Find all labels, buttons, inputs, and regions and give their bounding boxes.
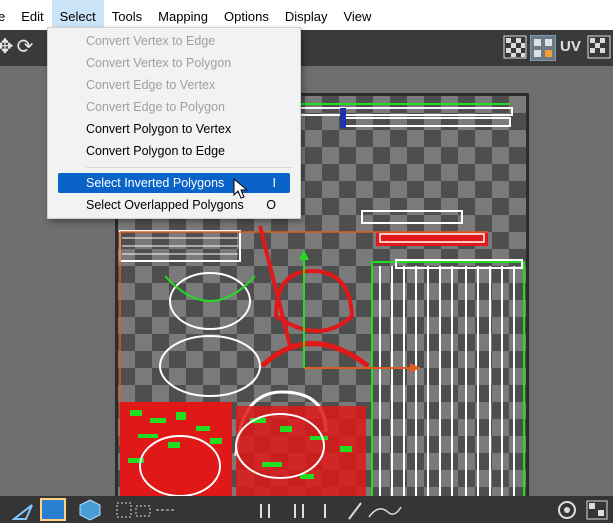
settings-gear-icon[interactable]: [556, 499, 578, 521]
menu-item-convert-vertex-to-edge[interactable]: Convert Vertex to Edge: [58, 31, 290, 51]
menu-file[interactable]: e: [0, 0, 13, 30]
menu-item-convert-polygon-to-vertex[interactable]: Convert Polygon to Vertex: [58, 119, 290, 139]
uv-grid-icon[interactable]: [587, 35, 611, 59]
menu-item-convert-edge-to-polygon[interactable]: Convert Edge to Polygon: [58, 97, 290, 117]
checker-grid-icon[interactable]: [503, 35, 527, 59]
menu-tools[interactable]: Tools: [104, 0, 150, 30]
checker-small-icon[interactable]: [586, 500, 608, 520]
rotate-icon[interactable]: ⟳: [12, 34, 38, 60]
select-tool-icon[interactable]: [12, 499, 36, 521]
face-mode-icon[interactable]: [40, 498, 66, 521]
shortcut-label: O: [266, 198, 276, 212]
menu-item-select-inverted-polygons[interactable]: Select Inverted Polygons I: [58, 173, 290, 193]
menu-view[interactable]: View: [335, 0, 379, 30]
menu-display[interactable]: Display: [277, 0, 336, 30]
snap-grid-icon[interactable]: [116, 502, 176, 518]
menu-mapping[interactable]: Mapping: [150, 0, 216, 30]
bottom-toolbar: [0, 496, 613, 523]
checker-uv-active-icon[interactable]: [530, 35, 556, 61]
menu-item-convert-edge-to-vertex[interactable]: Convert Edge to Vertex: [58, 75, 290, 95]
menu-bar: e Edit Select Tools Mapping Options Disp…: [0, 0, 613, 30]
menu-edit[interactable]: Edit: [13, 0, 51, 30]
menu-item-convert-vertex-to-polygon[interactable]: Convert Vertex to Polygon: [58, 53, 290, 73]
select-dropdown-menu: Convert Vertex to Edge Convert Vertex to…: [47, 27, 301, 219]
menu-options[interactable]: Options: [216, 0, 277, 30]
menu-separator: [86, 167, 292, 168]
shortcut-label: I: [272, 176, 276, 190]
menu-select[interactable]: Select: [51, 0, 104, 30]
mouse-pointer-icon: [233, 178, 249, 199]
pen-tool-icon[interactable]: [345, 499, 405, 521]
align-tools-icon[interactable]: [255, 500, 335, 520]
menu-item-convert-polygon-to-edge[interactable]: Convert Polygon to Edge: [58, 141, 290, 161]
cube-icon[interactable]: [78, 498, 102, 521]
uv-mode-label[interactable]: UV: [560, 38, 581, 55]
menu-item-select-overlapped-polygons[interactable]: Select Overlapped Polygons O: [58, 195, 290, 215]
